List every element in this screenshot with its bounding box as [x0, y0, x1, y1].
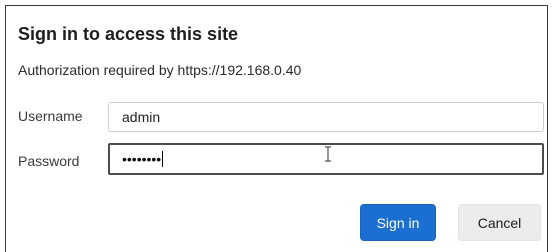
cancel-button[interactable]: Cancel: [458, 204, 541, 241]
dialog-title: Sign in to access this site: [18, 24, 239, 44]
password-masked-value: ••••••••: [122, 151, 162, 167]
password-label: Password: [18, 153, 80, 169]
text-caret: [162, 151, 164, 167]
authorization-text: Authorization required by https://192.16…: [18, 62, 302, 78]
username-value: admin: [122, 109, 161, 125]
sign-in-dialog: Sign in to access this site Authorizatio…: [5, 5, 548, 252]
username-label: Username: [18, 108, 83, 124]
username-field[interactable]: admin: [108, 102, 544, 132]
sign-in-button[interactable]: Sign in: [360, 204, 436, 241]
i-beam-cursor-icon: [325, 146, 331, 162]
